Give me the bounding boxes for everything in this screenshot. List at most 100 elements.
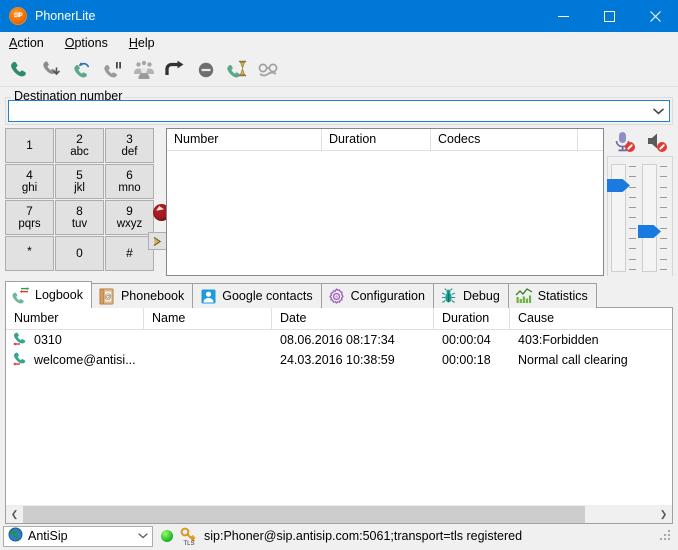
dialpad-key-5[interactable]: 5 jkl — [55, 164, 104, 199]
active-calls-table[interactable]: Number Duration Codecs — [166, 128, 604, 276]
slider-thumb[interactable] — [607, 179, 630, 192]
key-digit: 2 — [76, 131, 83, 146]
key-digit: 6 — [126, 167, 133, 182]
key-digit: 5 — [76, 167, 83, 182]
hold-icon[interactable] — [97, 55, 128, 84]
do-not-disturb-icon[interactable] — [252, 55, 283, 84]
menu-action-label: ction — [17, 35, 44, 50]
key-letters: mno — [118, 181, 141, 194]
sip-logo-icon: SIP — [9, 7, 27, 25]
key-digit: # — [126, 246, 133, 260]
chevron-down-icon[interactable] — [134, 533, 152, 539]
redial-icon[interactable] — [66, 55, 97, 84]
cell-cause: Normal call clearing — [518, 353, 628, 367]
status-online-icon — [161, 530, 173, 542]
cell-duration: 00:00:18 — [442, 353, 491, 367]
audio-panel — [607, 128, 673, 276]
active-calls-body — [167, 151, 603, 275]
globe-icon — [8, 527, 23, 545]
dialpad-key-4[interactable]: 4 ghi — [5, 164, 54, 199]
key-digit: 8 — [76, 203, 83, 218]
dialpad-key-1[interactable]: 1 — [5, 128, 54, 163]
incoming-call-icon — [12, 331, 28, 349]
call-icon[interactable] — [4, 55, 35, 84]
cell-number: 0310 — [6, 331, 144, 349]
resize-grip[interactable] — [659, 529, 673, 543]
column-header-name[interactable]: Name — [144, 308, 272, 329]
key-letters: wxyz — [116, 217, 143, 230]
tab-statistics[interactable]: Statistics — [507, 283, 597, 308]
transfer-icon[interactable] — [159, 55, 190, 84]
maximize-button[interactable] — [586, 0, 632, 32]
column-header-duration[interactable]: Duration — [434, 308, 510, 329]
logbook-panel: Number Name Date Duration Cause 0310 08.… — [5, 308, 673, 524]
scrollbar-track[interactable] — [23, 506, 655, 523]
column-header-number[interactable]: Number — [167, 129, 322, 150]
tab-debug[interactable]: Debug — [432, 283, 509, 308]
tab-google-contacts-label: Google contacts — [222, 289, 313, 303]
dialpad-key-0[interactable]: 0 — [55, 236, 104, 271]
minimize-button[interactable] — [540, 0, 586, 32]
chevron-down-icon[interactable] — [647, 101, 669, 121]
key-letters: def — [121, 145, 138, 158]
key-digit: 3 — [126, 131, 133, 146]
scroll-right-icon[interactable]: ❯ — [655, 506, 672, 523]
table-row[interactable]: 0310 08.06.2016 08:17:34 00:00:04 403:Fo… — [6, 330, 672, 350]
slider-thumb[interactable] — [638, 225, 661, 238]
reject-icon[interactable] — [190, 55, 221, 84]
column-header-cause[interactable]: Cause — [510, 308, 672, 329]
menu-help[interactable]: Help — [127, 34, 164, 52]
menu-bar: Action Options Help — [0, 32, 678, 53]
dialpad-key-8[interactable]: 8 tuv — [55, 200, 104, 235]
tab-phonebook[interactable]: @ Phonebook — [90, 283, 194, 308]
destination-number-group: Destination number — [5, 89, 673, 125]
column-header-codecs[interactable]: Codecs — [431, 129, 578, 150]
waiting-call-icon[interactable] — [221, 55, 252, 84]
dialpad: 1 2 abc 3 def 4 ghi 5 jkl 6 mno 7 pqrs 8 tuv 9w… — [5, 128, 162, 271]
volume-sliders — [607, 156, 673, 276]
dialpad-key-3[interactable]: 3 def — [105, 128, 154, 163]
tab-logbook[interactable]: Logbook — [5, 281, 92, 308]
column-header-number[interactable]: Number — [6, 308, 144, 329]
dialpad-key-7[interactable]: 7 pqrs — [5, 200, 54, 235]
gear-icon — [328, 287, 346, 305]
destination-number-input[interactable] — [9, 102, 647, 120]
logbook-phone-icon — [12, 286, 30, 304]
speaker-muted-icon[interactable] — [644, 130, 670, 154]
table-row[interactable]: welcome@antisi... 24.03.2016 10:38:59 00… — [6, 350, 672, 370]
scrollbar-thumb[interactable] — [23, 506, 586, 523]
send-button[interactable] — [148, 232, 168, 250]
menu-options[interactable]: Options — [63, 34, 117, 52]
speaker-volume-slider[interactable] — [638, 162, 671, 274]
tab-bar: Logbook @ Phonebook Google contacts Conf… — [5, 281, 673, 308]
tab-google-contacts[interactable]: Google contacts — [192, 283, 322, 308]
horizontal-scrollbar[interactable]: ❮ ❯ — [6, 505, 672, 523]
column-header-duration[interactable]: Duration — [322, 129, 431, 150]
dialpad-key-6[interactable]: 6 mno — [105, 164, 154, 199]
dialpad-key-hash[interactable]: # — [105, 236, 154, 271]
statistics-chart-icon — [515, 287, 533, 305]
dialpad-key-2[interactable]: 2 abc — [55, 128, 104, 163]
tab-debug-label: Debug — [462, 289, 500, 303]
account-selector[interactable]: AntiSip — [3, 525, 153, 547]
cell-number-text: 0310 — [34, 333, 62, 347]
hangup-icon[interactable] — [35, 55, 66, 84]
tab-configuration[interactable]: Configuration — [320, 283, 434, 308]
destination-number-combobox[interactable] — [8, 100, 670, 122]
incoming-call-icon — [12, 351, 28, 369]
microphone-muted-icon[interactable] — [611, 130, 637, 154]
slider-ticks — [629, 166, 639, 270]
scroll-left-icon[interactable]: ❮ — [6, 506, 23, 523]
conference-icon[interactable] — [128, 55, 159, 84]
column-header-extra[interactable] — [578, 129, 603, 150]
audio-mute-buttons — [607, 128, 673, 156]
dialpad-key-star[interactable]: * — [5, 236, 54, 271]
menu-action[interactable]: Action — [7, 34, 53, 52]
microphone-volume-slider[interactable] — [607, 162, 640, 274]
window-controls — [540, 0, 678, 32]
tab-phonebook-label: Phonebook — [120, 289, 185, 303]
column-header-date[interactable]: Date — [272, 308, 434, 329]
phonerlite-window: SIP PhonerLite Action Options Help Desti… — [0, 0, 678, 550]
dialpad-key-9[interactable]: 9 wxyz — [105, 200, 154, 235]
close-button[interactable] — [632, 0, 678, 32]
